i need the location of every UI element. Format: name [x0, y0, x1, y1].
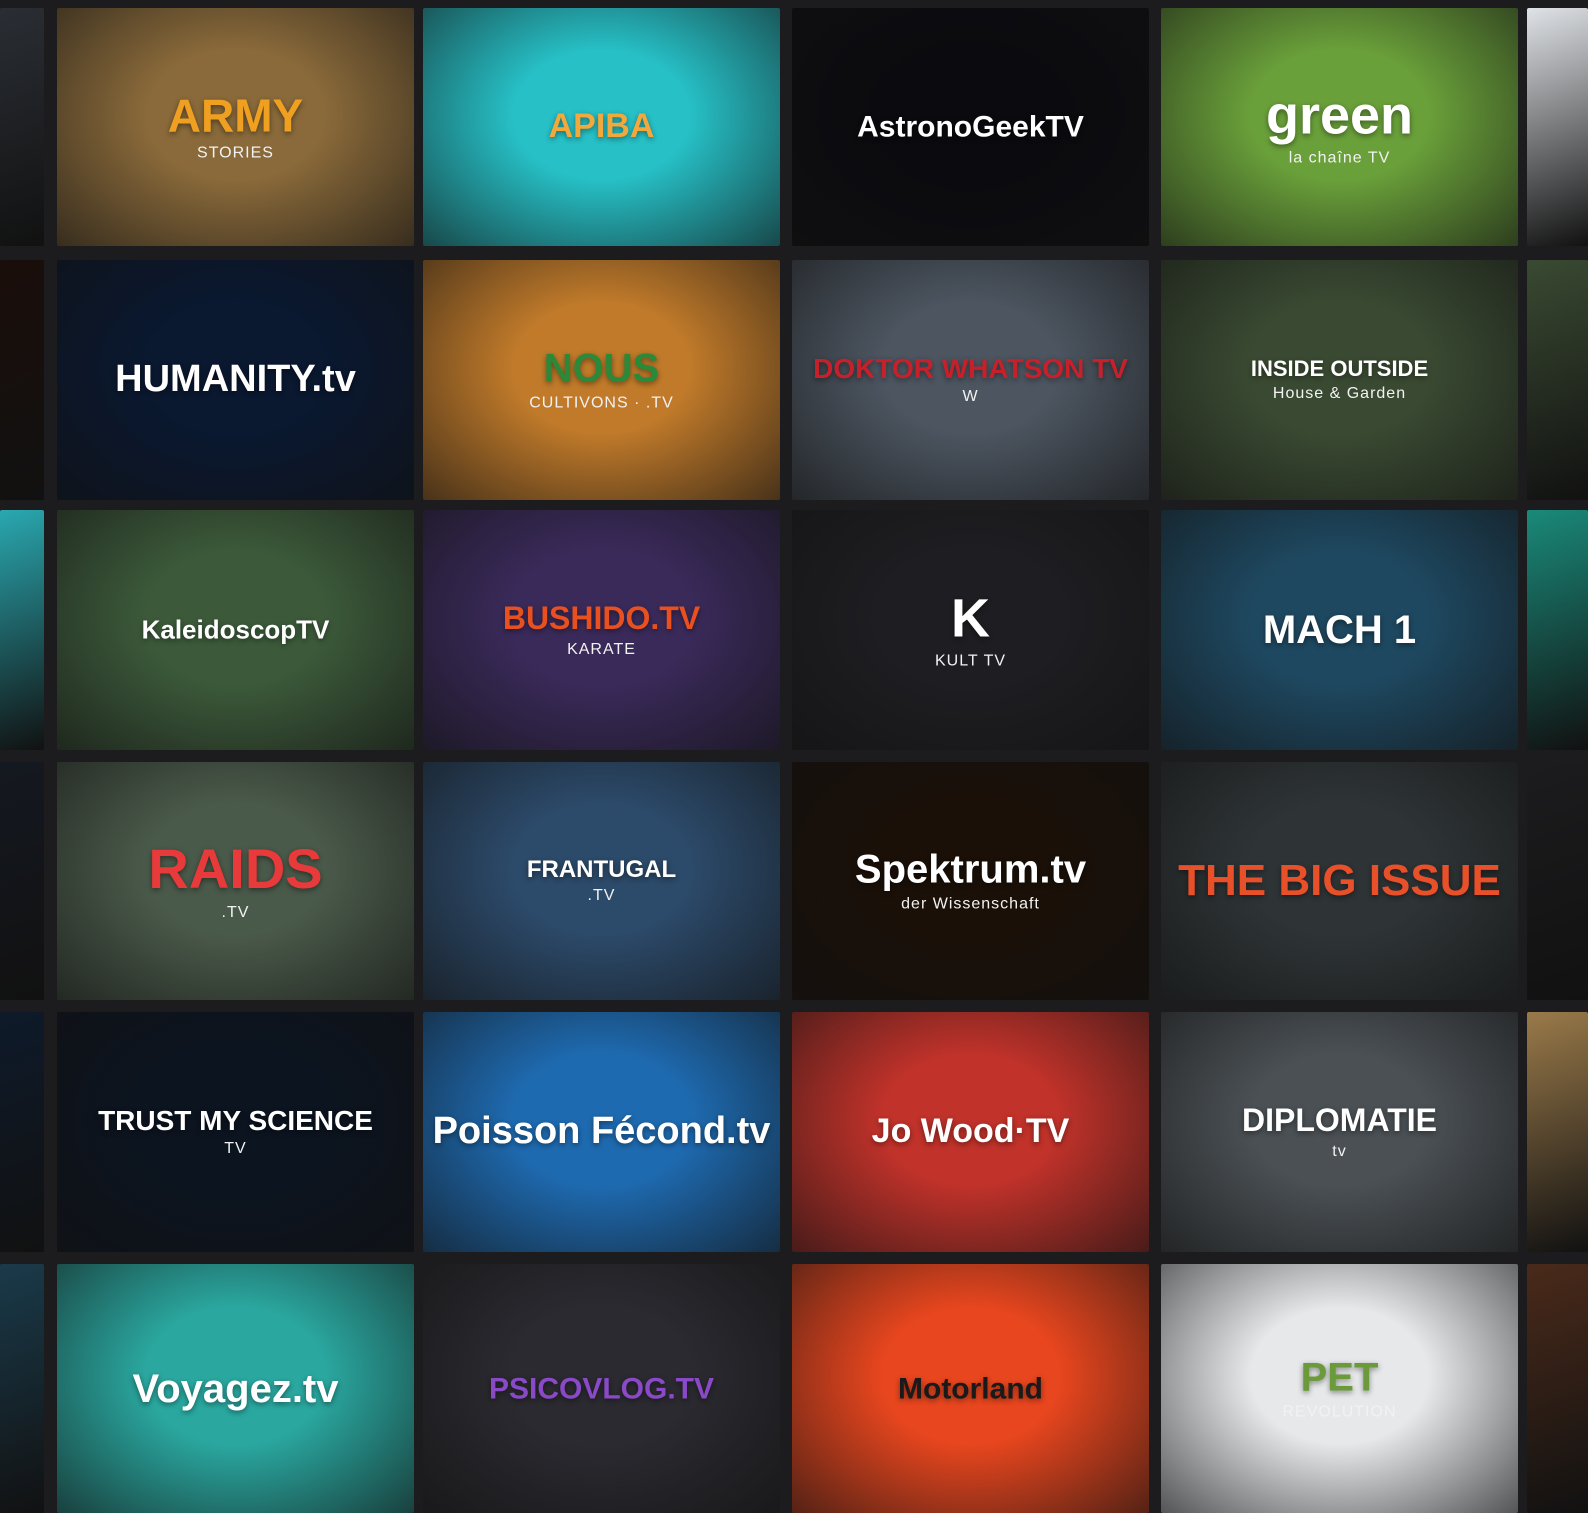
- channel-tile-army[interactable]: ARMY STORIES: [57, 8, 414, 246]
- channel-logo: TRUST MY SCIENCE TV: [57, 1106, 414, 1158]
- channel-logo: APIBA: [423, 107, 780, 146]
- right-edge-tile[interactable]: [1527, 1264, 1588, 1513]
- channel-logo: K KULT TV: [792, 590, 1149, 669]
- channel-tile-mach-1[interactable]: MACH 1: [1161, 510, 1518, 750]
- right-edge-tile[interactable]: [1527, 260, 1588, 500]
- right-edge-tile[interactable]: [1527, 8, 1588, 246]
- channel-logo: AstronoGeekTV: [792, 111, 1149, 143]
- channel-tile-doktor-whatson-tv[interactable]: DOKTOR WHATSON TV W: [792, 260, 1149, 500]
- channel-logo: Poisson Fécond.tv: [423, 1110, 780, 1153]
- channel-name: ARMY: [167, 89, 304, 142]
- channel-subtitle: der Wissenschaft: [901, 895, 1040, 913]
- channel-name: DOKTOR WHATSON TV: [813, 352, 1128, 384]
- channel-name: Spektrum.tv: [854, 847, 1087, 892]
- channel-logo: BUSHIDO.TV KARATE: [423, 599, 780, 658]
- channel-tile-humanity-tv[interactable]: HUMANITY.tv: [57, 260, 414, 500]
- channel-name: Voyagez.tv: [132, 1366, 339, 1411]
- channel-logo: RAIDS .TV: [57, 837, 414, 922]
- channel-logo: DOKTOR WHATSON TV W: [792, 354, 1149, 406]
- channel-subtitle: W: [962, 388, 979, 406]
- right-edge-tile[interactable]: [1527, 762, 1588, 1000]
- channel-subtitle: la chaîne TV: [1288, 148, 1391, 166]
- channel-tile-psicovlog-tv[interactable]: PSICOVLOG.TV: [423, 1264, 780, 1513]
- channel-logo: INSIDE OUTSIDE House & Garden: [1161, 357, 1518, 403]
- channel-tile-trust-my-science[interactable]: TRUST MY SCIENCE TV: [57, 1012, 414, 1252]
- channel-tile-the-big-issue[interactable]: THE BIG ISSUE: [1161, 762, 1518, 1000]
- channel-name: HUMANITY.tv: [115, 358, 356, 401]
- channel-subtitle: KULT TV: [934, 651, 1007, 669]
- channel-tile-astronogeektv[interactable]: AstronoGeekTV: [792, 8, 1149, 246]
- channel-subtitle: House & Garden: [1272, 385, 1407, 403]
- channel-name: K: [951, 588, 990, 649]
- channel-subtitle: CULTIVONS · .TV: [529, 394, 674, 412]
- channel-name: green: [1265, 85, 1414, 146]
- channel-name: FRANTUGAL: [526, 856, 677, 884]
- channel-name: PET: [1300, 1355, 1379, 1400]
- channel-tile-voyagez-tv[interactable]: Voyagez.tv: [57, 1264, 414, 1513]
- channel-tile-green[interactable]: green la chaîne TV: [1161, 8, 1518, 246]
- channel-name: BUSHIDO.TV: [502, 599, 701, 636]
- channel-subtitle: .TV: [221, 904, 250, 921]
- channel-logo: Spektrum.tv der Wissenschaft: [792, 849, 1149, 914]
- channel-logo: MACH 1: [1161, 609, 1518, 651]
- channel-logo: NOUS CULTIVONS · .TV: [423, 348, 780, 413]
- channel-name: APIBA: [548, 107, 655, 146]
- left-edge-tile[interactable]: [0, 1264, 44, 1513]
- channel-tile-pet[interactable]: PET REVOLUTION: [1161, 1264, 1518, 1513]
- channel-name: THE BIG ISSUE: [1178, 855, 1501, 905]
- channel-tile-motorland[interactable]: Motorland: [792, 1264, 1149, 1513]
- left-edge-tile[interactable]: [0, 260, 44, 500]
- channel-subtitle: tv: [1332, 1142, 1347, 1160]
- channel-logo: DIPLOMATIE tv: [1161, 1101, 1518, 1160]
- channel-subtitle: TV: [224, 1140, 247, 1158]
- channel-name: PSICOVLOG.TV: [488, 1371, 715, 1405]
- channel-grid: ARMY STORIES APIBA AstronoGeekTV green la cha…: [0, 0, 1588, 1513]
- channel-tile-frantugal[interactable]: FRANTUGAL .TV: [423, 762, 780, 1000]
- channel-name: NOUS: [543, 346, 660, 391]
- channel-subtitle: .TV: [587, 887, 616, 905]
- channel-name: Motorland: [898, 1371, 1043, 1405]
- channel-logo: Jo Wood·TV: [792, 1112, 1149, 1151]
- channel-logo: PSICOVLOG.TV: [423, 1373, 780, 1405]
- left-edge-tile[interactable]: [0, 1012, 44, 1252]
- channel-name: Jo Wood·TV: [871, 1112, 1070, 1151]
- channel-logo: FRANTUGAL .TV: [423, 857, 780, 905]
- channel-name: TRUST MY SCIENCE: [98, 1104, 373, 1136]
- channel-name: KaleidoscopTV: [141, 614, 330, 645]
- channel-logo: KaleidoscopTV: [57, 614, 414, 645]
- channel-logo: PET REVOLUTION: [1161, 1356, 1518, 1421]
- channel-name: DIPLOMATIE: [1242, 1101, 1437, 1138]
- channel-name: MACH 1: [1262, 608, 1417, 652]
- channel-name: AstronoGeekTV: [857, 110, 1084, 144]
- channel-tile-poisson-f-cond-tv[interactable]: Poisson Fécond.tv: [423, 1012, 780, 1252]
- channel-logo: ARMY STORIES: [57, 91, 414, 162]
- channel-subtitle: REVOLUTION: [1282, 1403, 1397, 1421]
- right-edge-tile[interactable]: [1527, 510, 1588, 750]
- channel-subtitle: KARATE: [567, 640, 636, 658]
- channel-subtitle: STORIES: [197, 144, 274, 162]
- channel-logo: Motorland: [792, 1373, 1149, 1405]
- channel-name: INSIDE OUTSIDE: [1250, 356, 1429, 382]
- channel-tile-k[interactable]: K KULT TV: [792, 510, 1149, 750]
- left-edge-tile[interactable]: [0, 762, 44, 1000]
- left-edge-tile[interactable]: [0, 8, 44, 246]
- left-edge-tile[interactable]: [0, 510, 44, 750]
- channel-logo: THE BIG ISSUE: [1161, 855, 1518, 905]
- channel-tile-diplomatie[interactable]: DIPLOMATIE tv: [1161, 1012, 1518, 1252]
- channel-logo: green la chaîne TV: [1161, 87, 1518, 166]
- channel-name: RAIDS: [148, 837, 323, 901]
- channel-tile-nous[interactable]: NOUS CULTIVONS · .TV: [423, 260, 780, 500]
- channel-tile-kaleidoscoptv[interactable]: KaleidoscopTV: [57, 510, 414, 750]
- channel-tile-raids[interactable]: RAIDS .TV: [57, 762, 414, 1000]
- channel-tile-jo-wood-tv[interactable]: Jo Wood·TV: [792, 1012, 1149, 1252]
- channel-tile-apiba[interactable]: APIBA: [423, 8, 780, 246]
- channel-name: Poisson Fécond.tv: [432, 1110, 771, 1153]
- channel-logo: Voyagez.tv: [57, 1368, 414, 1410]
- right-edge-tile[interactable]: [1527, 1012, 1588, 1252]
- channel-logo: HUMANITY.tv: [57, 358, 414, 401]
- channel-tile-spektrum-tv[interactable]: Spektrum.tv der Wissenschaft: [792, 762, 1149, 1000]
- channel-tile-inside-outside[interactable]: INSIDE OUTSIDE House & Garden: [1161, 260, 1518, 500]
- channel-tile-bushido-tv[interactable]: BUSHIDO.TV KARATE: [423, 510, 780, 750]
